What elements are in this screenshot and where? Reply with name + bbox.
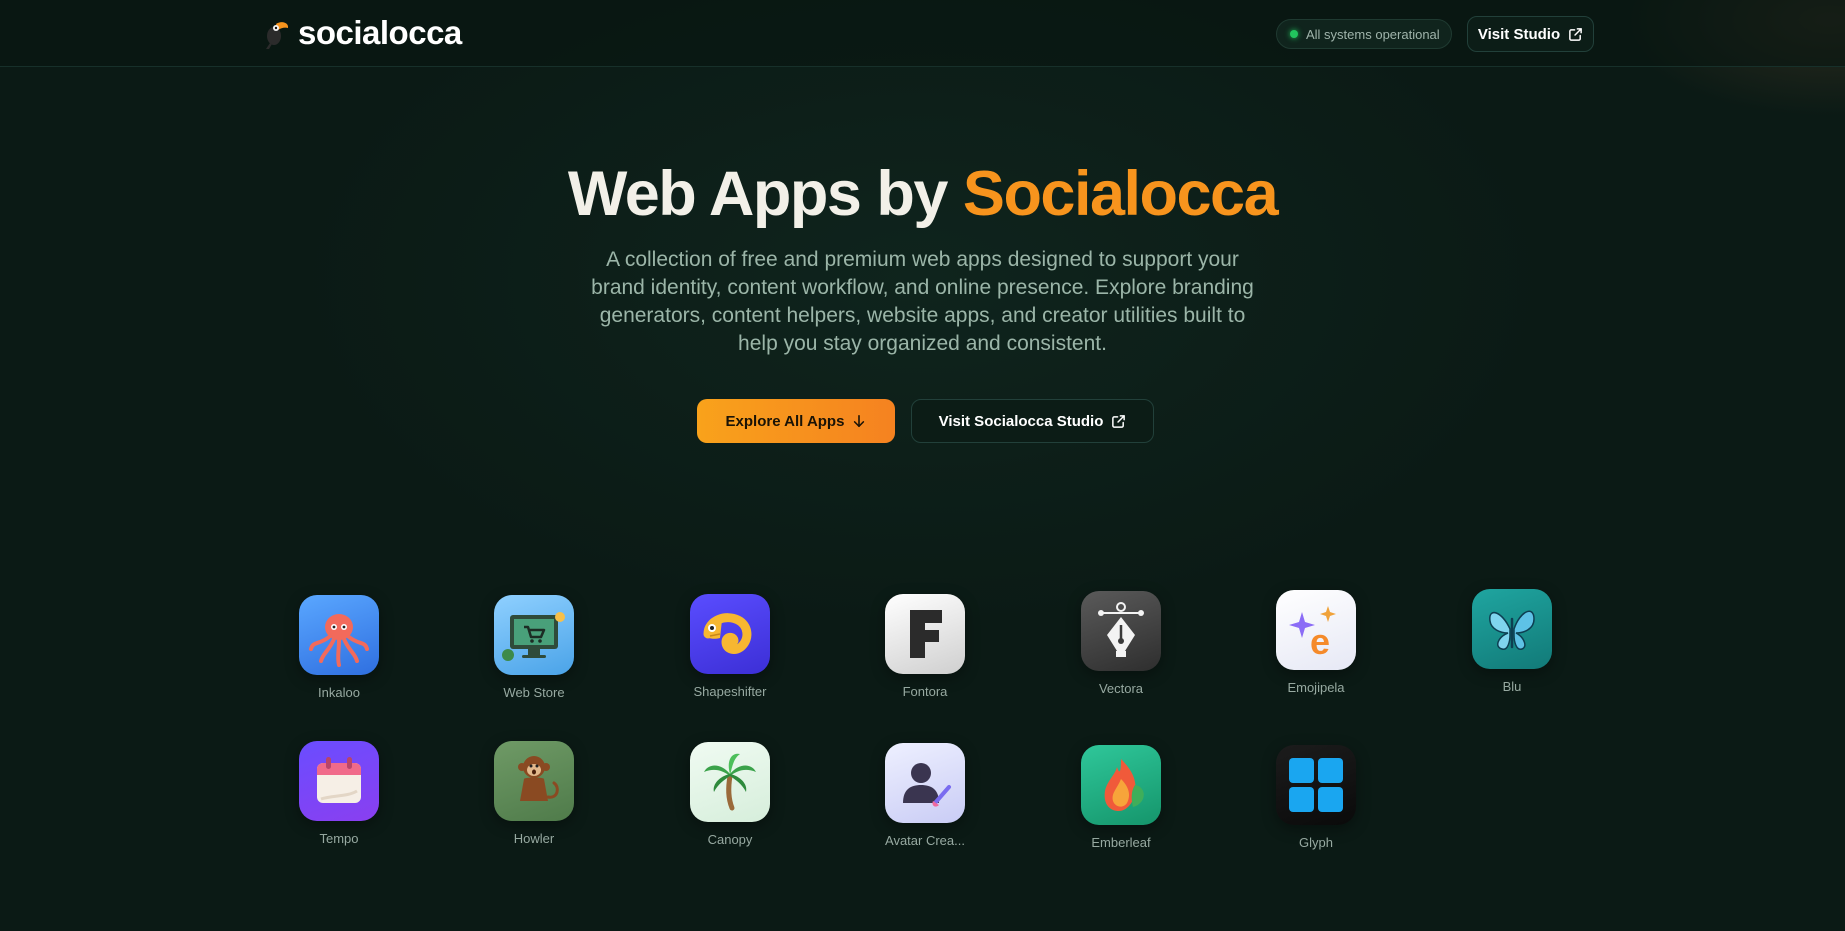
brand-name: socialocca	[298, 14, 462, 51]
toucan-logo-icon	[260, 16, 290, 50]
visit-socialocca-studio-button[interactable]: Visit Socialocca Studio	[911, 399, 1154, 443]
grid-tiles-icon	[1276, 745, 1356, 825]
butterfly-icon	[1472, 589, 1552, 669]
app-tile-fontora[interactable]: Fontora	[860, 594, 990, 699]
app-tile-glyph[interactable]: Glyph	[1251, 745, 1381, 850]
app-label: Emojipela	[1287, 680, 1345, 695]
app-tile-shapeshifter[interactable]: Shapeshifter	[665, 594, 795, 699]
app-label: Tempo	[319, 831, 359, 846]
arrow-down-icon	[852, 414, 866, 428]
octopus-icon	[299, 595, 379, 675]
app-label: Web Store	[503, 685, 565, 700]
app-tile-avatar-creator[interactable]: Avatar Crea...	[860, 743, 990, 848]
brand-logo-link[interactable]: socialocca	[260, 14, 462, 52]
monkey-icon	[494, 741, 574, 821]
palm-tree-icon	[690, 742, 770, 822]
hero-description: A collection of free and premium web app…	[591, 248, 1254, 355]
avatar-brush-icon	[885, 743, 965, 823]
chameleon-icon	[690, 594, 770, 674]
explore-all-apps-label: Explore All Apps	[725, 412, 845, 430]
visit-studio-label: Visit Studio	[1477, 25, 1561, 43]
hero-title: Web Apps by Socialocca	[0, 158, 1845, 230]
app-label: Glyph	[1299, 835, 1333, 850]
app-tile-canopy[interactable]: Canopy	[665, 742, 795, 847]
calendar-icon	[299, 741, 379, 821]
app-label: Avatar Crea...	[885, 833, 965, 848]
app-tile-blu[interactable]: Blu	[1447, 589, 1577, 694]
app-tile-web-store[interactable]: Web Store	[469, 595, 599, 700]
svg-text:e: e	[1310, 621, 1330, 662]
app-label: Emberleaf	[1091, 835, 1151, 850]
hero-title-main: Web Apps by	[567, 159, 963, 229]
app-label: Shapeshifter	[693, 684, 767, 699]
flame-leaf-icon	[1081, 745, 1161, 825]
app-label: Vectora	[1098, 681, 1144, 696]
app-label: Blu	[1502, 679, 1522, 694]
external-link-icon	[1111, 414, 1126, 429]
explore-all-apps-button[interactable]: Explore All Apps	[697, 399, 895, 443]
app-tile-emberleaf[interactable]: Emberleaf	[1056, 745, 1186, 850]
letter-f-icon	[885, 594, 965, 674]
app-tile-emojipela[interactable]: e Emojipela	[1251, 590, 1381, 695]
visit-studio-button[interactable]: Visit Studio	[1467, 16, 1594, 52]
pen-nib-icon	[1081, 591, 1161, 671]
app-tile-howler[interactable]: Howler	[469, 741, 599, 846]
app-label: Howler	[513, 831, 555, 846]
sparkle-e-icon: e	[1276, 590, 1356, 670]
hero-title-accent: Socialocca	[962, 159, 1279, 229]
app-label: Canopy	[707, 832, 753, 847]
top-navigation: socialocca All systems operational Visit…	[0, 0, 1845, 67]
app-tile-vectora[interactable]: Vectora	[1056, 591, 1186, 696]
app-label: Inkaloo	[318, 685, 360, 700]
external-link-icon	[1568, 27, 1583, 42]
status-text: All systems operational	[1306, 26, 1440, 42]
app-tile-tempo[interactable]: Tempo	[274, 741, 404, 846]
app-label: Fontora	[902, 684, 948, 699]
status-dot-icon	[1290, 30, 1298, 38]
store-monitor-icon	[494, 595, 574, 675]
app-tile-inkaloo[interactable]: Inkaloo	[274, 595, 404, 700]
system-status-badge[interactable]: All systems operational	[1276, 19, 1452, 49]
visit-socialocca-studio-label: Visit Socialocca Studio	[938, 412, 1104, 430]
